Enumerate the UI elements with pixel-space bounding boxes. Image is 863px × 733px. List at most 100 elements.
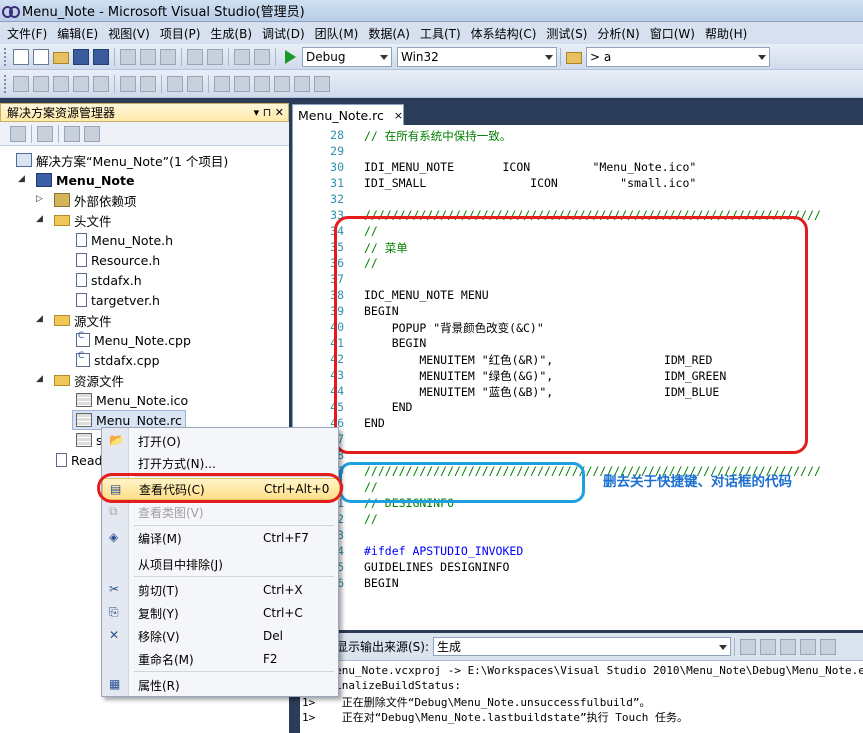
- save-all-icon[interactable]: [93, 48, 109, 65]
- menu-item[interactable]: 数据(A): [363, 25, 415, 42]
- new-project-icon[interactable]: [13, 48, 29, 65]
- toolbar-grip[interactable]: [4, 47, 7, 66]
- menu-item[interactable]: 体系结构(C): [466, 25, 542, 42]
- comment-lines-icon[interactable]: [167, 75, 183, 92]
- context-menu-item[interactable]: ▦ 属性(R): [102, 674, 340, 696]
- start-debugging-icon[interactable]: [285, 49, 296, 64]
- tree-file[interactable]: stdafx.cpp: [76, 350, 160, 370]
- menu-item[interactable]: 调试(D): [257, 25, 310, 42]
- tree-folder-sources[interactable]: 源文件: [54, 310, 112, 330]
- previous-bookmark-icon[interactable]: [234, 75, 250, 92]
- next-bookmark-icon[interactable]: [254, 75, 270, 92]
- previous-message-icon[interactable]: [760, 638, 777, 655]
- tree-solution[interactable]: 解决方案“Menu_Note”(1 个项目): [16, 150, 228, 170]
- tree-file[interactable]: Menu_Note.h: [76, 230, 173, 250]
- collapse-arrow-icon[interactable]: ▷: [36, 194, 43, 204]
- uncomment-lines-icon[interactable]: [187, 75, 203, 92]
- find-combo[interactable]: > a: [586, 46, 770, 67]
- menu-item[interactable]: 帮助(H): [700, 25, 752, 42]
- context-menu-item[interactable]: ⎘ 复制(Y) Ctrl+C: [102, 602, 340, 624]
- tree-label: 源文件: [74, 313, 112, 329]
- find-in-files-icon[interactable]: [566, 52, 582, 64]
- menu-item[interactable]: 分析(N): [592, 25, 644, 42]
- code-line[interactable]: IDI_SMALL ICON "small.ico": [364, 176, 696, 190]
- context-menu-item[interactable]: ✕ 移除(V) Del: [102, 625, 340, 647]
- solution-platform-select[interactable]: Win32: [397, 46, 557, 67]
- menu-item[interactable]: 编辑(E): [52, 25, 103, 42]
- menu-item[interactable]: 窗口(W): [645, 25, 700, 42]
- paste-icon[interactable]: [160, 48, 176, 65]
- go-to-line-icon[interactable]: [740, 638, 757, 655]
- bookmark-icon[interactable]: [214, 75, 230, 92]
- context-menu-shortcut: Ctrl+X: [263, 583, 303, 597]
- panel-controls[interactable]: ▾ ⊓ ✕: [254, 106, 284, 119]
- toggle-bookmark-icon[interactable]: [93, 75, 109, 92]
- tree-project[interactable]: Menu_Note: [36, 170, 134, 190]
- context-menu-item[interactable]: 打开方式(N)...: [102, 452, 340, 474]
- navigate-forward-icon[interactable]: [254, 48, 270, 65]
- output-source-select[interactable]: 生成: [433, 637, 732, 656]
- code-line[interactable]: // 在所有系统中保持一致。: [364, 128, 511, 144]
- save-icon[interactable]: [73, 48, 89, 65]
- cut-toolbar-icon[interactable]: [120, 48, 136, 65]
- expand-arrow-icon[interactable]: ◢: [18, 174, 25, 184]
- clear-bookmarks-icon[interactable]: [314, 75, 330, 92]
- clear-all-icon[interactable]: [800, 638, 817, 655]
- decrease-indent-icon[interactable]: [120, 75, 136, 92]
- menu-item[interactable]: 文件(F): [2, 25, 52, 42]
- tree-label: Menu_Note.h: [91, 232, 174, 248]
- open-file-icon[interactable]: [53, 52, 69, 64]
- code-line[interactable]: #ifdef APSTUDIO_INVOKED: [364, 544, 523, 558]
- code-line[interactable]: GUIDELINES DESIGNINFO: [364, 560, 509, 574]
- view-code-toolbar-icon[interactable]: [64, 125, 80, 142]
- tree-folder-resources[interactable]: 资源文件: [54, 370, 124, 390]
- expand-arrow-icon[interactable]: ◢: [36, 314, 43, 324]
- properties-toolbar-icon[interactable]: [10, 125, 26, 142]
- next-bookmark-folder-icon[interactable]: [294, 75, 310, 92]
- previous-bookmark-folder-icon[interactable]: [274, 75, 290, 92]
- toolbar-grip[interactable]: [4, 74, 7, 93]
- copy-toolbar-icon[interactable]: [140, 48, 156, 65]
- add-item-icon[interactable]: [33, 48, 49, 65]
- tree-file[interactable]: stdafx.h: [76, 270, 142, 290]
- undo-icon[interactable]: [187, 48, 203, 65]
- show-all-files-icon[interactable]: [37, 125, 53, 142]
- expand-arrow-icon[interactable]: ◢: [36, 214, 43, 224]
- increase-indent-icon[interactable]: [140, 75, 156, 92]
- quick-info-icon[interactable]: [53, 75, 69, 92]
- close-icon[interactable]: ×: [394, 109, 403, 122]
- expand-arrow-icon[interactable]: ◢: [36, 374, 43, 384]
- menu-item[interactable]: 生成(B): [205, 25, 257, 42]
- context-menu-item[interactable]: ✂ 剪切(T) Ctrl+X: [102, 579, 340, 601]
- tree-file[interactable]: Menu_Note.cpp: [76, 330, 191, 350]
- navigate-backward-icon[interactable]: [234, 48, 250, 65]
- tree-folder-headers[interactable]: 头文件: [54, 210, 112, 230]
- context-menu-item[interactable]: 📂 打开(O): [102, 430, 340, 452]
- context-menu-item[interactable]: ◈ 编译(M) Ctrl+F7: [102, 527, 340, 549]
- tree-external-dependencies[interactable]: 外部依赖项: [54, 190, 137, 210]
- tree-file[interactable]: Resource.h: [76, 250, 160, 270]
- tab-menu-note-rc[interactable]: Menu_Note.rc ×: [292, 104, 404, 125]
- tree-file[interactable]: targetver.h: [76, 290, 160, 310]
- tree-file[interactable]: s: [76, 430, 103, 450]
- toggle-word-wrap-icon[interactable]: [820, 638, 837, 655]
- code-line[interactable]: IDI_MENU_NOTE ICON "Menu_Note.ico": [364, 160, 696, 174]
- code-line[interactable]: BEGIN: [364, 576, 399, 590]
- tree-file[interactable]: Menu_Note.ico: [76, 390, 188, 410]
- complete-word-icon[interactable]: [73, 75, 89, 92]
- member-list-icon[interactable]: [13, 75, 29, 92]
- class-view-icon[interactable]: [84, 125, 100, 142]
- parameter-info-icon[interactable]: [33, 75, 49, 92]
- menu-item[interactable]: 工具(T): [415, 25, 466, 42]
- tree-file[interactable]: Read: [56, 450, 102, 470]
- redo-icon[interactable]: [207, 48, 223, 65]
- context-menu-item[interactable]: 重命名(M) F2: [102, 648, 340, 670]
- menu-item[interactable]: 视图(V): [103, 25, 155, 42]
- context-menu-item[interactable]: 从项目中排除(J): [102, 553, 340, 575]
- menu-item[interactable]: 测试(S): [541, 25, 592, 42]
- menu-item[interactable]: 项目(P): [155, 25, 206, 42]
- next-message-icon[interactable]: [780, 638, 797, 655]
- menu-item[interactable]: 团队(M): [310, 25, 364, 42]
- solution-configuration-select[interactable]: Debug: [302, 46, 392, 67]
- code-line[interactable]: //: [364, 512, 378, 526]
